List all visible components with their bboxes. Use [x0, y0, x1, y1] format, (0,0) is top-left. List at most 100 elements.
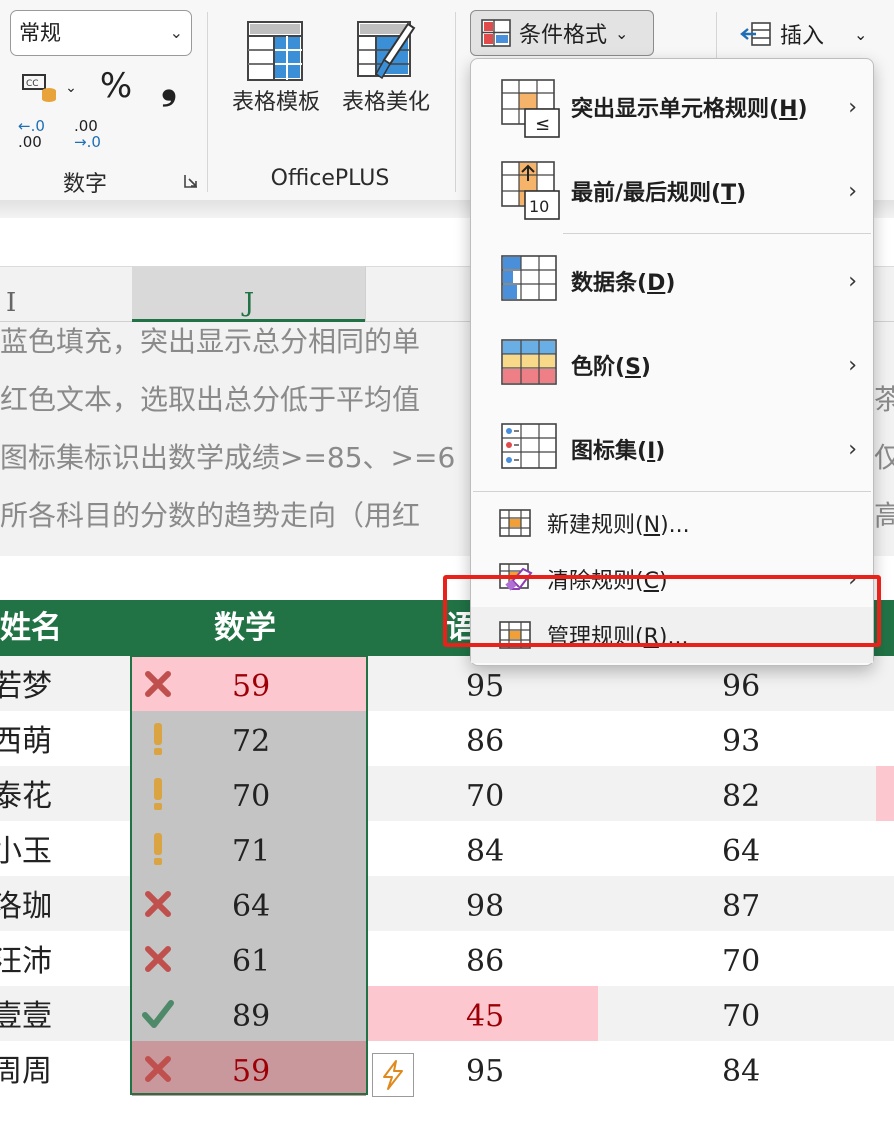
english-score[interactable]: 93 [722, 711, 760, 766]
name-cell[interactable]: 周周 [0, 1041, 52, 1096]
menu-item-top-bottom-rules[interactable]: 10 最前/最后规则(T) › [471, 149, 873, 233]
comma-icon: ❟ [161, 62, 177, 108]
menu-label: 图标集(I) [571, 439, 666, 464]
highlight-cells-icon: ≤ [501, 79, 560, 138]
name-cell[interactable]: 若梦 [0, 656, 52, 711]
dialog-launcher-icon[interactable] [182, 172, 200, 190]
conditional-format-label: 条件格式 [519, 23, 608, 48]
color-scales-icon [501, 339, 557, 385]
chinese-score[interactable]: 86 [466, 711, 504, 766]
header-name[interactable]: 姓名 [0, 600, 62, 656]
percent-style-button[interactable]: % [96, 64, 136, 108]
table-beautify-button[interactable]: 表格美化 [334, 16, 438, 116]
chinese-score[interactable]: 45 [466, 986, 504, 1041]
english-score[interactable]: 82 [722, 766, 760, 821]
menu-item-icon-sets[interactable]: 图标集(I) › [471, 407, 873, 491]
menu-item-data-bars[interactable]: 数据条(D) › [471, 239, 873, 323]
chinese-score[interactable]: 84 [466, 821, 504, 876]
english-score[interactable]: 64 [722, 821, 760, 876]
increase-decimal-button[interactable]: ←.0 .00 [18, 118, 58, 154]
svg-text:CC: CC [26, 79, 39, 89]
svg-text:≤: ≤ [535, 114, 550, 135]
chinese-score[interactable]: 98 [466, 876, 504, 931]
insert-label: 插入 [780, 24, 825, 49]
chevron-down-icon: ⌄ [854, 24, 868, 44]
table-template-button[interactable]: 表格模板 [224, 16, 328, 116]
note-line: 红色文本，选取出总分低于平均值 [0, 383, 421, 416]
name-cell[interactable]: 小玉 [0, 821, 52, 876]
chevron-down-icon: ⌄ [615, 23, 629, 43]
icon-sets-icon [501, 423, 557, 469]
top-bottom-icon: 10 [501, 161, 560, 220]
name-cell[interactable]: 洛珈 [0, 876, 52, 931]
insert-button[interactable]: 插入 ⌄ [740, 14, 890, 54]
highlight-box [443, 575, 881, 647]
decrease-decimal-sub: →.0 [74, 133, 101, 151]
menu-item-color-scales[interactable]: 色阶(S) › [471, 323, 873, 407]
chevron-right-icon: › [848, 352, 857, 378]
menu-label: 新建规则(N)... [547, 513, 690, 538]
chinese-score[interactable]: 70 [466, 766, 504, 821]
selection-border [130, 655, 368, 1095]
english-score[interactable]: 87 [722, 876, 760, 931]
chevron-right-icon: › [848, 436, 857, 462]
percent-icon: % [99, 66, 133, 106]
chevron-right-icon: › [848, 268, 857, 294]
column-header-j[interactable]: J [132, 266, 366, 322]
insert-icon [740, 22, 771, 46]
menu-separator [473, 491, 871, 492]
menu-label: 数据条(D) [571, 271, 676, 296]
english-score[interactable]: 70 [722, 986, 760, 1041]
menu-item-highlight-cell-rules[interactable]: ≤ 突出显示单元格规则(H) › [471, 65, 873, 149]
increase-decimal-icon: ←.0 [18, 117, 45, 135]
group-separator [455, 12, 456, 192]
increase-decimal-sub: .00 [18, 133, 42, 151]
svg-text:10: 10 [529, 197, 549, 216]
accounting-icon: CC [22, 74, 57, 102]
officeplus-group-label: OfficePLUS [270, 166, 390, 191]
name-cell[interactable]: 壹壹 [0, 986, 52, 1041]
number-format-dropdown[interactable]: 常规 ⌄ [10, 10, 192, 56]
comma-style-button[interactable]: ❟ [154, 60, 184, 110]
chevron-down-icon: ⌄ [65, 80, 77, 96]
data-bars-icon [501, 255, 557, 301]
name-cell[interactable]: 西萌 [0, 711, 52, 766]
table-beautify-icon [357, 21, 416, 80]
english-score[interactable]: 84 [722, 1041, 760, 1096]
name-cell[interactable]: 汪沛 [0, 931, 52, 986]
decrease-decimal-icon: .00 [74, 117, 98, 135]
lightning-icon [383, 1060, 403, 1090]
number-format-value: 常规 [19, 21, 61, 45]
chevron-down-icon: ⌄ [169, 23, 183, 42]
quick-analysis-button[interactable] [372, 1053, 414, 1097]
note-line-right: 高 [874, 499, 894, 532]
note-line-right: 茶 [874, 383, 894, 416]
table-template-icon [247, 21, 303, 81]
menu-label: 色阶(S) [571, 355, 651, 380]
highlight-fill [876, 766, 894, 821]
chevron-right-icon: › [848, 178, 857, 204]
group-separator [207, 12, 208, 192]
note-line: 蓝色填充，突出显示总分相同的单 [0, 325, 421, 358]
menu-label: 突出显示单元格规则(H) [571, 97, 808, 122]
accounting-format-button[interactable]: CC ⌄ [16, 70, 82, 106]
chinese-score[interactable]: 95 [466, 1041, 504, 1096]
conditional-format-button[interactable]: 条件格式 ⌄ [470, 10, 654, 56]
new-rule-icon [499, 509, 531, 537]
chinese-score[interactable]: 86 [466, 931, 504, 986]
header-math[interactable]: 数学 [214, 600, 276, 656]
note-line-right: 仅 [874, 441, 894, 474]
note-line: 图标集标识出数学成绩>=85、>=6 [0, 441, 456, 474]
name-cell[interactable]: 泰花 [0, 766, 52, 821]
menu-item-new-rule[interactable]: 新建规则(N)... [471, 495, 873, 551]
decrease-decimal-button[interactable]: .00 →.0 [74, 118, 114, 154]
note-line: 所各科目的分数的趋势走向（用红 [0, 499, 421, 532]
table-template-label: 表格模板 [231, 90, 320, 115]
english-score[interactable]: 70 [722, 931, 760, 986]
column-divider [365, 266, 366, 322]
menu-label: 最前/最后规则(T) [571, 181, 747, 206]
menu-separator [563, 233, 871, 234]
number-group-label: 数字 [62, 172, 107, 197]
table-beautify-label: 表格美化 [341, 90, 430, 115]
column-header-i[interactable]: I [0, 266, 132, 322]
